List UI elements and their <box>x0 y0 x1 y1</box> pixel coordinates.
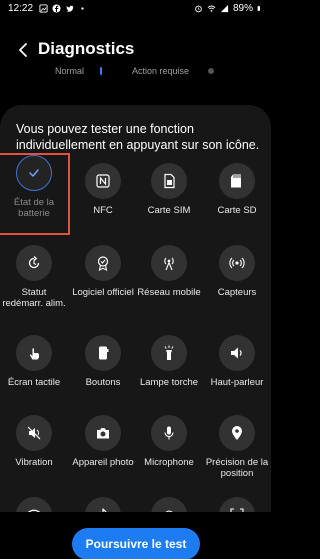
tile-icon-circle <box>85 335 121 371</box>
cell-tower-icon <box>164 257 174 271</box>
tile-label: Réseau mobile <box>137 287 201 298</box>
summary-bar <box>100 67 102 75</box>
touch-icon <box>29 348 39 360</box>
tile-label: Boutons <box>85 377 121 388</box>
speaker-icon <box>231 347 242 359</box>
battery-percent: 89% <box>232 2 253 14</box>
nfc-icon <box>96 174 110 188</box>
tile-icon-circle <box>16 335 52 371</box>
tile-restart-status[interactable]: Statut redémarr. alim. <box>0 245 68 323</box>
tile-icon-circle <box>151 245 187 281</box>
vibration-icon <box>27 426 41 440</box>
alarm-icon <box>195 5 202 12</box>
tile-sd-card[interactable]: Carte SD <box>203 163 271 241</box>
tile-label: Écran tactile <box>7 377 61 388</box>
diagnostics-summary: Normal Action requise <box>0 66 271 78</box>
flashlight-icon <box>164 345 174 360</box>
back-button[interactable] <box>12 38 34 62</box>
tile-label: Vibration <box>15 457 53 468</box>
sensors-icon <box>229 257 245 269</box>
tile-camera[interactable]: Appareil photo <box>69 415 137 493</box>
tile-icon-circle <box>85 163 121 199</box>
sd-card-icon <box>231 174 241 188</box>
chevron-left-icon <box>19 43 27 57</box>
twitter-icon <box>66 5 74 12</box>
tile-mobile-network[interactable]: Réseau mobile <box>135 245 203 323</box>
tile-icon-circle <box>16 155 52 191</box>
tile-icon-circle <box>16 415 52 451</box>
badge-icon <box>97 256 109 271</box>
tile-label: Capteurs <box>217 287 257 298</box>
sheet-description: Vous pouvez tester une fonction individu… <box>16 122 260 152</box>
tile-icon-circle <box>219 335 255 371</box>
battery-icon <box>257 5 260 11</box>
tile-label: Haut-parleur <box>210 377 264 388</box>
facebook-icon <box>52 3 61 13</box>
location-icon <box>232 426 242 440</box>
summary-action-label: Action requise <box>132 66 190 76</box>
tile-icon-circle <box>219 245 255 281</box>
tile-location-accuracy[interactable]: Précision de la position <box>203 415 271 493</box>
tile-icon-circle <box>85 415 121 451</box>
camera-icon <box>97 428 109 439</box>
tile-label: Lampe torche <box>139 377 199 388</box>
sim-card-icon <box>164 173 175 189</box>
tile-label: Microphone <box>144 457 194 468</box>
tile-label: Appareil photo <box>72 457 134 468</box>
buttons-icon <box>99 346 109 360</box>
signal-icon <box>220 4 229 12</box>
status-time: 12:22 <box>8 2 34 14</box>
header-bar: Diagnostics <box>0 32 271 68</box>
continue-test-button[interactable]: Poursuivre le test <box>72 528 200 559</box>
tile-label: NFC <box>93 205 113 216</box>
tile-buttons[interactable]: Boutons <box>69 335 137 413</box>
tile-sim-card[interactable]: Carte SIM <box>135 163 203 241</box>
tile-label: Logiciel officiel <box>72 287 134 298</box>
check-icon <box>29 169 39 177</box>
tile-icon-circle <box>219 415 255 451</box>
summary-dot <box>208 68 214 74</box>
tile-icon-circle <box>85 245 121 281</box>
restart-icon <box>28 256 40 269</box>
tile-icon-circle <box>219 163 255 199</box>
dot-icon <box>81 6 84 10</box>
status-bar: 12:22 89% <box>0 0 271 16</box>
tile-icon-circle <box>151 163 187 199</box>
tile-icon-circle <box>151 415 187 451</box>
summary-normal-label: Normal <box>55 66 85 76</box>
tile-label: Statut redémarr. alim. <box>2 287 66 309</box>
tile-icon-circle <box>151 335 187 371</box>
tile-icon-circle <box>16 245 52 281</box>
tile-flashlight[interactable]: Lampe torche <box>135 335 203 413</box>
tile-battery-status[interactable]: État de la batterie <box>0 153 70 235</box>
tile-vibration[interactable]: Vibration <box>0 415 68 493</box>
tile-label: État de la batterie <box>13 197 55 219</box>
wifi-icon <box>207 5 216 12</box>
tile-microphone[interactable]: Microphone <box>135 415 203 493</box>
test-selection-sheet: Vous pouvez tester une fonction individu… <box>0 105 271 559</box>
tile-touchscreen[interactable]: Écran tactile <box>0 335 68 413</box>
tile-speaker[interactable]: Haut-parleur <box>203 335 271 413</box>
tile-label: Carte SD <box>217 205 257 216</box>
tile-label: Précision de la position <box>205 457 269 479</box>
microphone-icon <box>164 426 174 440</box>
page-title: Diagnostics <box>38 39 135 58</box>
tile-official-software[interactable]: Logiciel officiel <box>69 245 137 323</box>
tile-sensors[interactable]: Capteurs <box>203 245 271 323</box>
gallery-icon <box>39 3 48 13</box>
tile-label: Carte SIM <box>147 205 191 216</box>
tile-nfc[interactable]: NFC <box>69 163 137 241</box>
